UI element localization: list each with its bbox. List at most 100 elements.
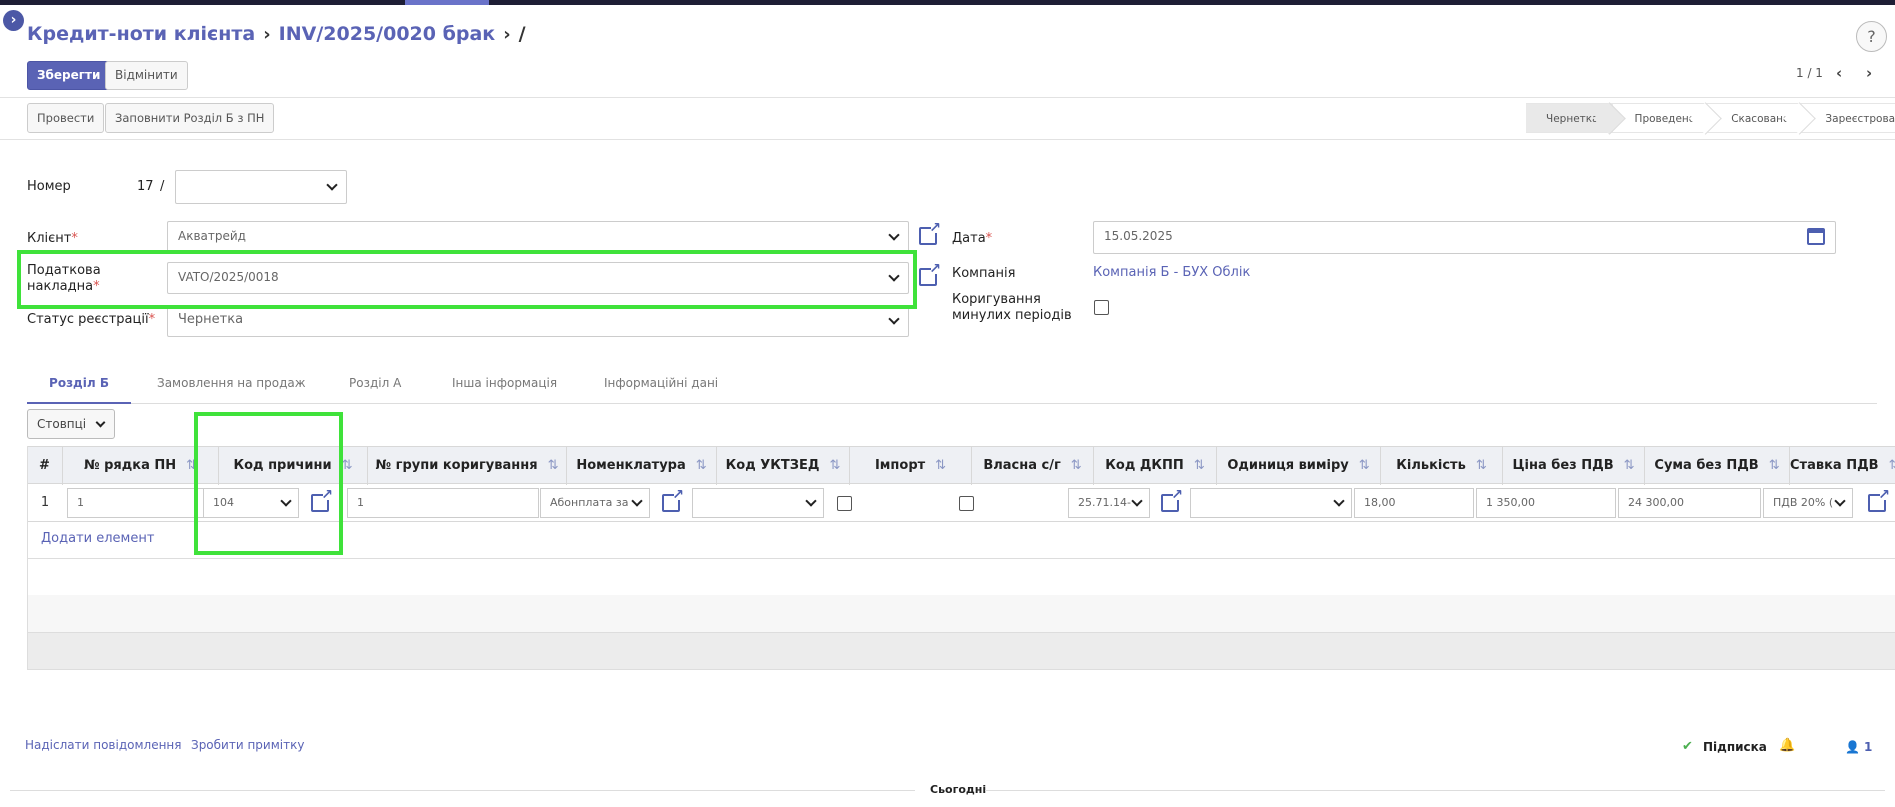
col-sum[interactable]: Сума без ПДВ ⇅ xyxy=(1645,447,1790,485)
save-button[interactable]: Зберегти xyxy=(27,61,111,90)
dkpp-select[interactable]: 25.71.14- xyxy=(1068,488,1150,518)
empty-row xyxy=(27,595,1895,633)
col-dkpp[interactable]: Код ДКПП ⇅ xyxy=(1094,447,1217,485)
external-link-icon[interactable] xyxy=(311,487,333,512)
tab-sales-orders[interactable]: Замовлення на продаж xyxy=(157,372,306,404)
discard-button[interactable]: Відмінити xyxy=(105,61,188,90)
status-registered[interactable]: Зареєстровано xyxy=(1803,103,1895,133)
company-link[interactable]: Компанія Б - БУХ Облік xyxy=(1093,265,1250,280)
col-import[interactable]: Імпорт ⇅ xyxy=(850,447,972,485)
col-line-no[interactable]: № рядка ПН ⇅ xyxy=(63,447,219,485)
chevron-down-icon xyxy=(888,313,900,325)
group-no-input[interactable]: 1 xyxy=(347,488,539,518)
client-value: Акватрейд xyxy=(178,229,246,243)
sort-icon: ⇅ xyxy=(935,458,947,473)
top-navbar xyxy=(0,0,1895,5)
chevron-down-icon xyxy=(631,495,643,507)
breadcrumb-record[interactable]: INV/2025/0020 брак xyxy=(279,23,496,45)
help-button[interactable]: ? xyxy=(1856,21,1887,52)
nomenclature-select[interactable]: Абонплата за xyxy=(540,488,650,518)
external-link-icon[interactable] xyxy=(662,487,684,512)
status-posted[interactable]: Проведено xyxy=(1612,103,1710,133)
vat-select[interactable]: ПДВ 20% ( xyxy=(1763,488,1853,518)
import-checkbox[interactable] xyxy=(837,496,852,511)
correction-checkbox[interactable] xyxy=(1094,300,1109,315)
external-link-icon[interactable] xyxy=(1161,487,1183,512)
tab-info-data[interactable]: Інформаційні дані xyxy=(604,372,718,404)
tax-invoice-value: VATO/2025/0018 xyxy=(178,270,279,284)
status-draft[interactable]: Чернетка xyxy=(1526,103,1613,133)
col-nomenclature[interactable]: Номенклатура ⇅ xyxy=(567,447,717,485)
log-note-link[interactable]: Зробити примітку xyxy=(191,738,304,752)
sort-icon: ⇅ xyxy=(1070,458,1082,473)
col-price[interactable]: Ціна без ПДВ ⇅ xyxy=(1503,447,1645,485)
reg-status-select[interactable]: Чернетка xyxy=(167,305,909,337)
bell-icon[interactable]: 🔔 xyxy=(1779,738,1795,753)
sort-icon: ⇅ xyxy=(341,458,353,473)
col-own-agri[interactable]: Власна с/г ⇅ xyxy=(972,447,1094,485)
col-unit[interactable]: Одиниця виміру ⇅ xyxy=(1217,447,1381,485)
chevron-down-icon xyxy=(280,495,292,507)
sort-icon: ⇅ xyxy=(186,458,198,473)
date-divider-line xyxy=(10,790,915,791)
unit-select[interactable] xyxy=(1190,488,1352,518)
col-qty[interactable]: Кількість ⇅ xyxy=(1381,447,1503,485)
col-reason-code[interactable]: Код причини ⇅ xyxy=(219,447,368,485)
pager-value[interactable]: 1 / 1 xyxy=(1796,66,1823,80)
header-divider xyxy=(0,139,1895,140)
client-select[interactable]: Акватрейд xyxy=(167,221,909,253)
breadcrumb: Кредит-ноти клієнта › INV/2025/0020 брак… xyxy=(27,23,526,45)
reason-code-select[interactable]: 104 xyxy=(203,488,299,518)
sort-icon: ⇅ xyxy=(829,458,841,473)
date-input[interactable]: 15.05.2025 xyxy=(1093,221,1836,254)
columns-dropdown[interactable]: Стовпці xyxy=(27,409,115,439)
number-separator: / xyxy=(160,179,165,194)
uktzed-select[interactable] xyxy=(692,488,824,518)
col-group-no[interactable]: № групи коригування ⇅ xyxy=(368,447,567,485)
price-input[interactable]: 1 350,00 xyxy=(1476,488,1616,518)
reg-status-value: Чернетка xyxy=(178,312,244,327)
row-number: 1 xyxy=(40,495,50,510)
follow-button[interactable]: Підписка xyxy=(1703,740,1767,754)
qty-input[interactable]: 18,00 xyxy=(1354,488,1474,518)
external-link-icon[interactable] xyxy=(1868,487,1890,512)
date-divider-line xyxy=(985,790,1885,791)
send-message-link[interactable]: Надіслати повідомлення xyxy=(25,738,181,752)
row-separator xyxy=(27,558,1895,559)
followers-count[interactable]: 1 xyxy=(1864,740,1872,754)
fill-section-b-button[interactable]: Заповнити Розділ Б з ПН xyxy=(105,103,275,133)
chevron-down-icon xyxy=(1834,495,1846,507)
user-icon[interactable]: 👤 xyxy=(1845,740,1860,754)
table-row[interactable]: 1 1 104 1 Абонплата за 25.71.14- 18,00 1… xyxy=(27,484,1895,522)
breadcrumb-root[interactable]: Кредит-ноти клієнта xyxy=(27,23,255,45)
col-uktzed[interactable]: Код УКТЗЕД ⇅ xyxy=(717,447,850,485)
sum-input[interactable]: 24 300,00 xyxy=(1618,488,1761,518)
sidebar-toggle-icon[interactable]: › xyxy=(3,10,24,31)
correction-label-text: Коригування минулих періодів xyxy=(952,292,1072,323)
col-vat[interactable]: Ставка ПДВ ⇅ xyxy=(1790,447,1895,485)
number-series-select[interactable] xyxy=(175,170,347,204)
notebook-tabs: Розділ Б Замовлення на продаж Розділ А І… xyxy=(27,372,1877,404)
table-header: # № рядка ПН ⇅ Код причини ⇅ № групи кориг… xyxy=(27,446,1895,485)
calendar-icon[interactable] xyxy=(1807,228,1825,245)
chevron-right-icon: › xyxy=(263,23,271,45)
sort-icon: ⇅ xyxy=(695,458,707,473)
chevron-down-icon xyxy=(326,179,338,191)
external-link-icon[interactable] xyxy=(919,261,941,286)
tab-section-b[interactable]: Розділ Б xyxy=(27,372,131,404)
tab-section-a[interactable]: Розділ А xyxy=(349,372,401,404)
external-link-icon[interactable] xyxy=(919,220,941,245)
line-no-input[interactable]: 1 xyxy=(67,488,219,518)
post-button[interactable]: Провести xyxy=(27,103,105,133)
status-cancelled[interactable]: Скасовано xyxy=(1709,103,1804,133)
chevron-down-icon xyxy=(888,270,900,282)
today-separator: Сьогодні xyxy=(930,783,987,796)
pager-prev-icon[interactable]: ‹ xyxy=(1836,64,1842,82)
sort-icon: ⇅ xyxy=(1193,458,1205,473)
tab-other-info[interactable]: Інша інформація xyxy=(452,372,557,404)
own-agri-checkbox[interactable] xyxy=(959,496,974,511)
pager-next-icon[interactable]: › xyxy=(1866,64,1872,82)
number-label: Номер xyxy=(27,179,71,194)
tax-invoice-select[interactable]: VATO/2025/0018 xyxy=(167,262,909,294)
add-line-link[interactable]: Додати елемент xyxy=(41,531,154,546)
